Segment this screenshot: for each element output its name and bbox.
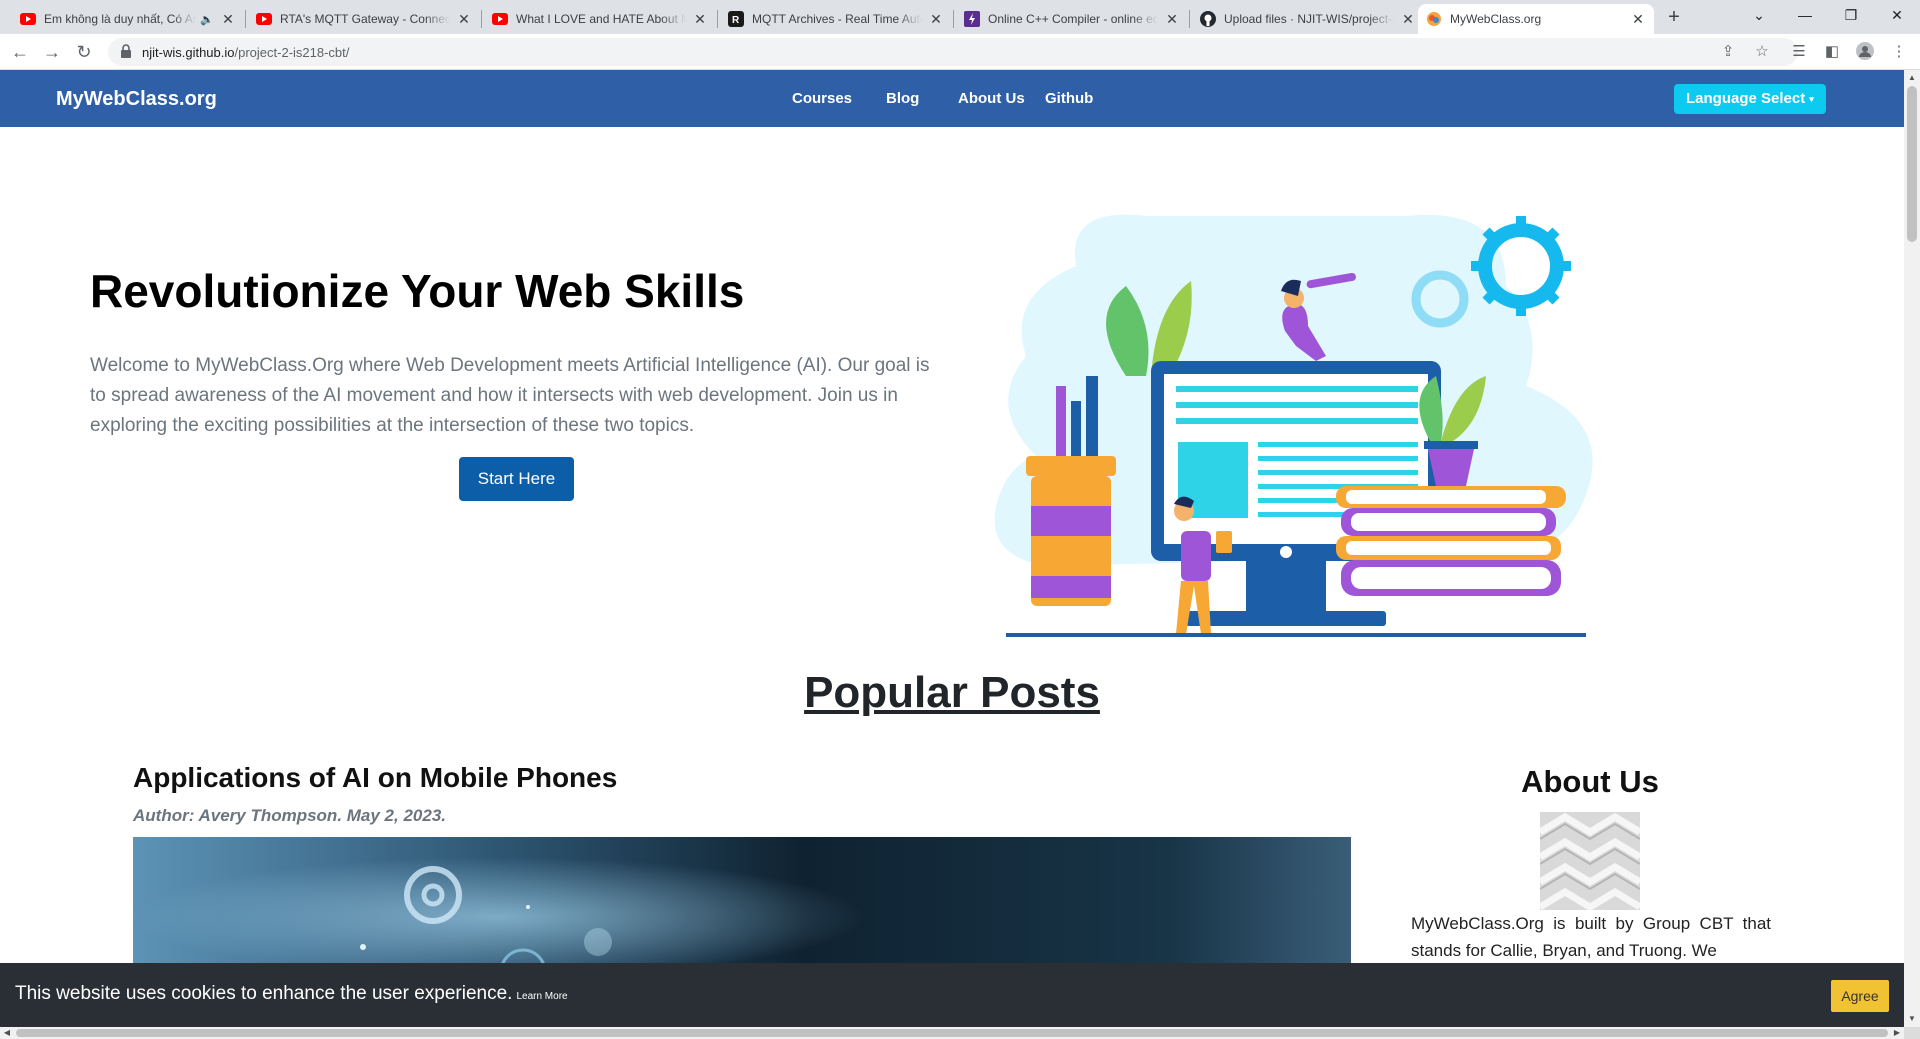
language-select-label: Language Select — [1686, 90, 1806, 107]
browser-tab[interactable]: Upload files · NJIT-WIS/project-2 ✕ — [1192, 4, 1424, 34]
start-here-button[interactable]: Start Here — [459, 457, 574, 501]
tab-title: Em không là duy nhất, Có Anh Ấy — [44, 12, 197, 26]
side-panel-icon[interactable]: ◧ — [1822, 42, 1842, 62]
popular-posts-section: Popular Posts — [0, 668, 1904, 718]
new-tab-button[interactable]: + — [1662, 6, 1686, 30]
tab-separator — [245, 10, 246, 28]
about-us-image — [1540, 812, 1640, 910]
tab-title: MyWebClass.org — [1450, 12, 1542, 26]
mywebclass-icon — [1426, 11, 1442, 27]
vertical-scrollbar[interactable]: ▲ ▼ — [1904, 70, 1920, 1027]
back-arrow-icon[interactable]: ← — [8, 40, 32, 64]
post-author: Author: Avery Thompson. May 2, 2023. — [133, 806, 446, 825]
caret-down-icon: ▾ — [1809, 94, 1814, 105]
onlinegdb-icon — [964, 11, 980, 27]
tab-title: Upload files · NJIT-WIS/project-2 — [1224, 12, 1394, 26]
web-page: MyWebClass.org Courses Blog About Us Git… — [0, 70, 1904, 1027]
forward-arrow-icon[interactable]: → — [40, 40, 64, 64]
close-icon[interactable]: ✕ — [1630, 11, 1646, 27]
close-icon[interactable]: ✕ — [928, 11, 944, 27]
about-us-heading: About Us — [1521, 764, 1659, 799]
vertical-scrollbar-thumb[interactable] — [1907, 86, 1917, 242]
browser-menu-icon[interactable]: ⋮ — [1889, 42, 1909, 62]
lock-icon[interactable] — [120, 44, 132, 63]
minimize-button[interactable]: — — [1782, 0, 1828, 30]
tab-title: RTA's MQTT Gateway - Connecting — [280, 12, 450, 26]
youtube-icon — [492, 11, 508, 27]
horizontal-scrollbar-thumb[interactable] — [16, 1029, 1888, 1037]
browser-tab[interactable]: RTA's MQTT Gateway - Connecting ✕ — [248, 4, 480, 34]
bookmark-star-icon[interactable]: ☆ — [1752, 42, 1772, 62]
browser-tab[interactable]: What I LOVE and HATE About MQTT ✕ — [484, 4, 716, 34]
learn-more-link[interactable]: Learn More — [516, 991, 567, 1002]
cookie-message: This website uses cookies to enhance the… — [15, 983, 568, 1005]
close-icon[interactable]: ✕ — [1400, 11, 1416, 27]
hero-description: Welcome to MyWebClass.Org where Web Deve… — [90, 355, 930, 436]
close-icon[interactable]: ✕ — [456, 11, 472, 27]
reading-list-icon[interactable]: ☰ — [1789, 42, 1809, 62]
tab-separator — [481, 10, 482, 28]
language-select-button[interactable]: Language Select ▾ — [1674, 84, 1826, 114]
youtube-icon — [20, 11, 36, 27]
scrollbar-corner — [1904, 1027, 1920, 1039]
url-path: /project-2-is218-cbt/ — [234, 45, 350, 60]
speaker-mute-icon[interactable]: 🔈 — [200, 13, 214, 26]
cookie-text: This website uses cookies to enhance the… — [15, 983, 513, 1004]
browser-toolbar: ← → ↻ njit-wis.github.io/project-2-is218… — [0, 34, 1920, 70]
browser-tab[interactable]: R MQTT Archives - Real Time Automation ✕ — [720, 4, 952, 34]
about-us-text: MyWebClass.Org is built by Group CBT tha… — [1411, 914, 1771, 960]
browser-tab[interactable]: Em không là duy nhất, Có Anh Ấy 🔈 ✕ — [12, 4, 244, 34]
svg-text:R: R — [732, 15, 740, 26]
hero-title: Revolutionize Your Web Skills — [90, 265, 745, 317]
reload-icon[interactable]: ↻ — [72, 40, 96, 64]
close-icon[interactable]: ✕ — [220, 11, 236, 27]
close-icon[interactable]: ✕ — [692, 11, 708, 27]
agree-button[interactable]: Agree — [1831, 980, 1889, 1012]
popular-posts-heading: Popular Posts — [804, 668, 1100, 717]
nav-link-blog[interactable]: Blog — [886, 90, 919, 107]
browser-tab-active[interactable]: MyWebClass.org ✕ — [1418, 4, 1654, 34]
url-host: njit-wis.github.io — [142, 45, 235, 60]
tab-search-chevron-icon[interactable]: ⌄ — [1736, 0, 1782, 30]
horizontal-scrollbar[interactable]: ◀ ▶ — [0, 1027, 1904, 1039]
tab-title: MQTT Archives - Real Time Automation — [752, 12, 922, 26]
tab-separator — [717, 10, 718, 28]
browser-tab[interactable]: Online C++ Compiler - online editor ✕ — [956, 4, 1188, 34]
rta-icon: R — [728, 11, 744, 27]
scroll-right-arrow-icon[interactable]: ▶ — [1890, 1027, 1904, 1039]
scroll-left-arrow-icon[interactable]: ◀ — [0, 1027, 14, 1039]
tab-title: Online C++ Compiler - online editor — [988, 12, 1158, 26]
tab-title: What I LOVE and HATE About MQTT — [516, 12, 686, 26]
post-title[interactable]: Applications of AI on Mobile Phones — [133, 762, 617, 794]
github-icon — [1200, 11, 1216, 27]
site-navbar: MyWebClass.org Courses Blog About Us Git… — [0, 70, 1904, 127]
address-bar[interactable]: njit-wis.github.io/project-2-is218-cbt/ — [108, 38, 1798, 66]
close-icon[interactable]: ✕ — [1164, 11, 1180, 27]
scroll-up-arrow-icon[interactable]: ▲ — [1904, 70, 1920, 86]
scroll-down-arrow-icon[interactable]: ▼ — [1904, 1011, 1920, 1027]
share-icon[interactable]: ⇪ — [1718, 42, 1738, 62]
url-text: njit-wis.github.io/project-2-is218-cbt/ — [142, 45, 349, 60]
nav-link-courses[interactable]: Courses — [792, 90, 852, 107]
window-close-button[interactable]: ✕ — [1874, 0, 1920, 30]
nav-link-about-us[interactable]: About Us — [958, 90, 1025, 107]
restore-button[interactable]: ❐ — [1828, 0, 1874, 30]
browser-tab-bar: Em không là duy nhất, Có Anh Ấy 🔈 ✕ RTA'… — [0, 0, 1920, 34]
youtube-icon — [256, 11, 272, 27]
site-brand[interactable]: MyWebClass.org — [56, 88, 217, 111]
nav-link-github[interactable]: Github — [1045, 90, 1093, 107]
profile-avatar-icon[interactable] — [1855, 42, 1875, 62]
hero-illustration — [994, 214, 1593, 637]
tab-separator — [953, 10, 954, 28]
cookie-banner: This website uses cookies to enhance the… — [0, 963, 1904, 1027]
tab-separator — [1189, 10, 1190, 28]
